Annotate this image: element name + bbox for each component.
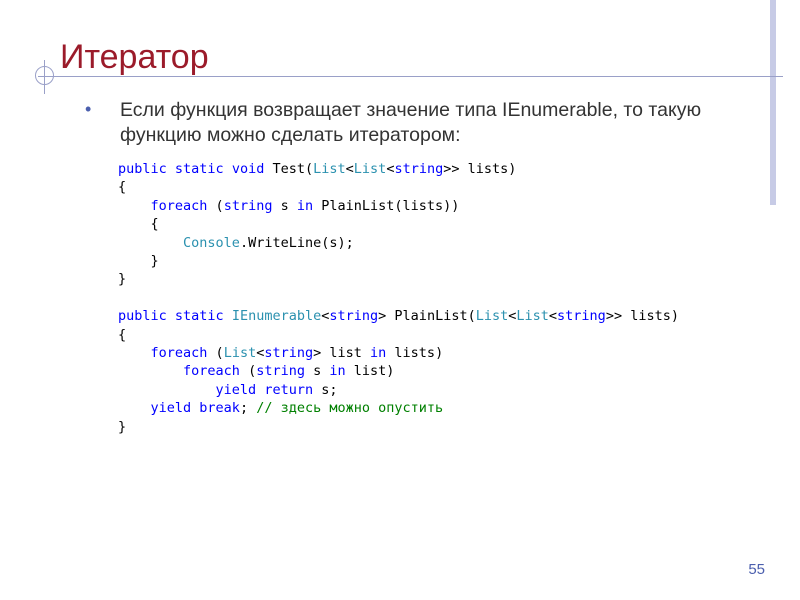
code-line: public static IEnumerable<string> PlainL…: [118, 308, 679, 324]
code-text: >> lists): [443, 161, 517, 177]
code-text: <: [345, 161, 354, 177]
code-text: <: [548, 308, 558, 325]
code-text: s: [272, 197, 297, 214]
decorative-vertical-tick: [44, 60, 45, 94]
code-type: IEnumerable: [231, 308, 322, 325]
code-text: Test(: [264, 161, 314, 177]
code-comment: // здесь можно опустить: [256, 400, 444, 417]
page-number: 55: [748, 561, 765, 578]
code-keyword: in: [296, 197, 314, 214]
code-line: foreach (List<string> list in lists): [118, 345, 444, 362]
code-line: }: [118, 419, 126, 435]
code-text: PlainList(lists)): [313, 197, 460, 214]
code-text: > PlainList(: [378, 308, 476, 325]
code-keyword: string: [256, 363, 305, 380]
code-type: Console: [183, 234, 240, 251]
code-type: List: [313, 161, 346, 177]
code-text: s;: [313, 381, 338, 398]
code-text: >> lists): [605, 308, 679, 325]
code-keyword: static: [174, 161, 224, 177]
code-line: foreach (string s in PlainList(lists)): [118, 197, 460, 214]
code-line: yield break; // здесь можно опустить: [118, 400, 444, 417]
code-block: public static void Test(List<List<string…: [118, 160, 679, 436]
code-type: List: [516, 308, 549, 325]
code-keyword: foreach: [150, 197, 208, 214]
code-keyword: return: [264, 381, 314, 398]
code-type: List: [475, 308, 509, 325]
code-keyword: string: [394, 161, 444, 177]
code-text: {: [118, 216, 159, 233]
code-keyword: break: [199, 400, 240, 417]
code-line: foreach (string s in list): [118, 363, 394, 379]
code-line: {: [118, 179, 126, 195]
code-text: ;: [239, 400, 257, 417]
code-text: {: [118, 326, 127, 343]
code-line: {: [118, 327, 126, 343]
code-text: (: [207, 345, 224, 362]
code-text: {: [118, 179, 127, 196]
bullet-text: Если функция возвращает значение типа IE…: [120, 99, 702, 146]
code-type: List: [223, 345, 257, 362]
code-text: (: [239, 363, 257, 380]
code-keyword: string: [264, 345, 314, 362]
code-keyword: string: [557, 308, 606, 325]
code-keyword: public: [118, 161, 167, 177]
code-line: Console.WriteLine(s);: [118, 235, 354, 251]
code-keyword: in: [329, 363, 346, 380]
code-keyword: static: [174, 308, 224, 325]
slide-title: Итератор: [60, 38, 209, 76]
code-line: public static void Test(List<List<string…: [118, 161, 516, 177]
code-keyword: yield: [150, 400, 192, 417]
code-keyword: foreach: [183, 363, 240, 380]
code-line: }: [118, 271, 126, 287]
code-text: lists): [386, 345, 444, 362]
code-line: }: [118, 253, 159, 269]
code-text: s: [304, 363, 330, 380]
code-text: }: [118, 271, 127, 288]
code-type: List: [353, 161, 387, 177]
code-line: {: [118, 216, 159, 232]
decorative-vertical-bar: [770, 0, 776, 205]
code-keyword: void: [231, 161, 265, 177]
bullet-point-icon: •: [85, 99, 92, 119]
code-text: (: [207, 197, 224, 214]
code-text: > list: [313, 345, 371, 362]
code-keyword: string: [223, 197, 273, 214]
code-text: list): [345, 363, 395, 380]
code-line: yield return s;: [118, 382, 338, 398]
code-text: .WriteLine(s);: [239, 234, 354, 251]
code-text: }: [118, 418, 127, 435]
code-keyword: public: [118, 308, 167, 325]
code-keyword: yield: [215, 381, 257, 398]
code-keyword: foreach: [150, 345, 208, 362]
code-text: }: [118, 253, 159, 270]
code-keyword: in: [370, 345, 387, 362]
code-keyword: string: [329, 308, 379, 325]
